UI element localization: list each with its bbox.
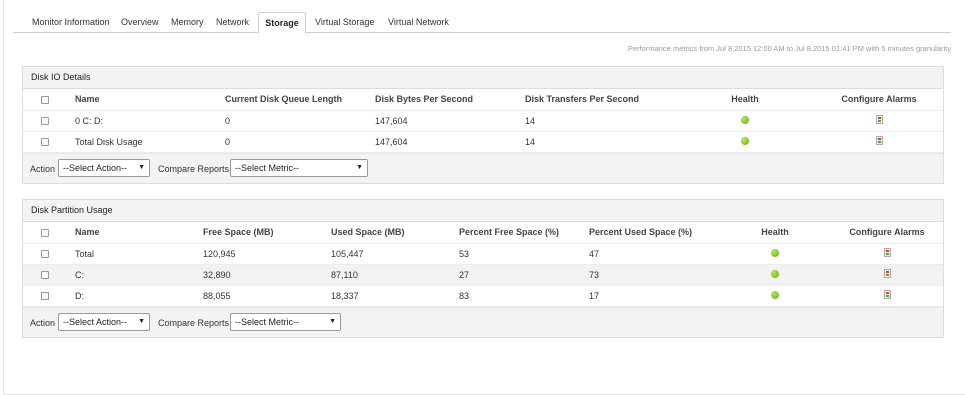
cell-used: 18,337 [331, 290, 359, 301]
panel-title: Disk IO Details [23, 67, 943, 89]
cell-name[interactable]: Total Disk Usage [75, 131, 225, 152]
panel-title: Disk Partition Usage [23, 200, 943, 222]
chevron-down-icon: ▼ [329, 317, 336, 325]
tab-overview[interactable]: Overview [121, 14, 159, 33]
tab-monitor-information[interactable]: Monitor Information [32, 14, 110, 33]
cell-pct-used: 73 [589, 269, 600, 280]
disk-io-table: Name Current Disk Queue Length Disk Byte… [23, 89, 943, 153]
table-header-row: Name Current Disk Queue Length Disk Byte… [23, 89, 943, 110]
compare-reports-label: Compare Reports [158, 317, 230, 328]
action-label: Action [30, 317, 56, 328]
health-status-icon [741, 115, 749, 124]
health-status-icon [771, 248, 779, 257]
action-select[interactable]: --Select Action-- ▼ [58, 312, 150, 331]
cell-pct-free: 83 [459, 290, 470, 301]
chevron-down-icon: ▼ [138, 163, 145, 171]
cell-used: 87,110 [331, 269, 358, 280]
metric-select[interactable]: --Select Metric-- ▼ [230, 158, 368, 177]
column-header[interactable]: Percent Used Space (%) [589, 222, 719, 243]
row-checkbox[interactable] [41, 271, 49, 280]
cell-queue: 0 [225, 136, 231, 147]
column-header: Configure Alarms [849, 227, 925, 238]
cell-bytes: 147,604 [375, 136, 408, 147]
tab-bar: Monitor Information Overview Memory Netw… [13, 12, 951, 34]
disk-io-panel: Disk IO Details Name Current Disk Queue … [22, 66, 944, 184]
cell-pct-free: 27 [459, 269, 470, 280]
metric-select-value: --Select Metric-- [235, 162, 300, 173]
tab-network[interactable]: Network [216, 14, 249, 33]
action-bar: Action --Select Action-- ▼ Compare Repor… [23, 152, 943, 183]
column-header[interactable]: Used Space (MB) [331, 222, 459, 243]
select-all-checkbox[interactable] [41, 228, 49, 237]
chevron-down-icon: ▼ [356, 163, 363, 171]
cell-name[interactable]: Total [75, 243, 203, 264]
row-checkbox[interactable] [41, 250, 49, 259]
column-header: Health [731, 94, 759, 105]
cell-free: 32,890 [203, 269, 231, 280]
cell-name[interactable]: 0 C: D: [75, 110, 225, 131]
tab-virtual-network[interactable]: Virtual Network [388, 14, 449, 33]
table-row: Total 120,945 105,447 53 47 [23, 243, 943, 264]
row-checkbox[interactable] [41, 117, 49, 126]
table-row: 0 C: D: 0 147,604 14 [23, 110, 943, 131]
cell-pct-free: 53 [459, 248, 470, 259]
disk-partition-panel: Disk Partition Usage Name Free Space (MB… [22, 199, 944, 338]
cell-queue: 0 [225, 115, 231, 126]
configure-alarm-icon[interactable] [883, 269, 891, 278]
tab-storage[interactable]: Storage [258, 12, 306, 34]
action-select-value: --Select Action-- [63, 316, 128, 327]
action-label: Action [30, 163, 56, 174]
column-header[interactable]: Name [75, 89, 225, 110]
health-status-icon [741, 136, 749, 145]
compare-reports-label: Compare Reports [158, 163, 230, 174]
health-status-icon [771, 290, 779, 299]
configure-alarm-icon[interactable] [883, 290, 891, 299]
action-bar: Action --Select Action-- ▼ Compare Repor… [23, 306, 943, 337]
table-row: D: 88,055 18,337 83 17 [23, 285, 943, 306]
row-checkbox[interactable] [41, 138, 49, 147]
table-row: C: 32,890 87,110 27 73 [23, 264, 943, 285]
cell-bytes: 147,604 [375, 115, 408, 126]
metric-select[interactable]: --Select Metric-- ▼ [230, 312, 341, 331]
tab-virtual-storage[interactable]: Virtual Storage [315, 14, 374, 33]
action-select[interactable]: --Select Action-- ▼ [58, 158, 150, 177]
column-header: Configure Alarms [841, 94, 917, 105]
column-header[interactable]: Free Space (MB) [203, 222, 331, 243]
tab-memory[interactable]: Memory [171, 14, 204, 33]
cell-free: 88,055 [203, 290, 231, 301]
cell-pct-used: 17 [589, 290, 600, 301]
cell-transfers: 14 [525, 115, 536, 126]
cell-transfers: 14 [525, 136, 536, 147]
performance-metrics-text: Performance metrics from Jul 8,2015 12:0… [627, 44, 951, 53]
table-header-row: Name Free Space (MB) Used Space (MB) Per… [23, 222, 943, 243]
configure-alarm-icon[interactable] [875, 136, 883, 145]
disk-partition-table: Name Free Space (MB) Used Space (MB) Per… [23, 222, 943, 307]
column-header[interactable]: Disk Transfers Per Second [525, 89, 675, 110]
health-status-icon [771, 269, 779, 278]
column-header[interactable]: Disk Bytes Per Second [375, 89, 525, 110]
cell-name[interactable]: D: [75, 285, 203, 306]
chevron-down-icon: ▼ [138, 317, 145, 325]
column-header[interactable]: Percent Free Space (%) [459, 222, 589, 243]
table-row: Total Disk Usage 0 147,604 14 [23, 131, 943, 152]
metric-select-value: --Select Metric-- [235, 316, 300, 327]
action-select-value: --Select Action-- [63, 162, 128, 173]
cell-pct-used: 47 [589, 248, 600, 259]
column-header[interactable]: Name [75, 222, 203, 243]
cell-free: 120,945 [203, 248, 236, 259]
cell-name[interactable]: C: [75, 264, 203, 285]
cell-used: 105,447 [331, 248, 364, 259]
column-header[interactable]: Current Disk Queue Length [225, 89, 375, 110]
configure-alarm-icon[interactable] [883, 248, 891, 257]
select-all-checkbox[interactable] [41, 95, 49, 104]
configure-alarm-icon[interactable] [875, 115, 883, 124]
row-checkbox[interactable] [41, 292, 49, 301]
page-left-border [3, 0, 4, 395]
column-header: Health [761, 227, 789, 238]
